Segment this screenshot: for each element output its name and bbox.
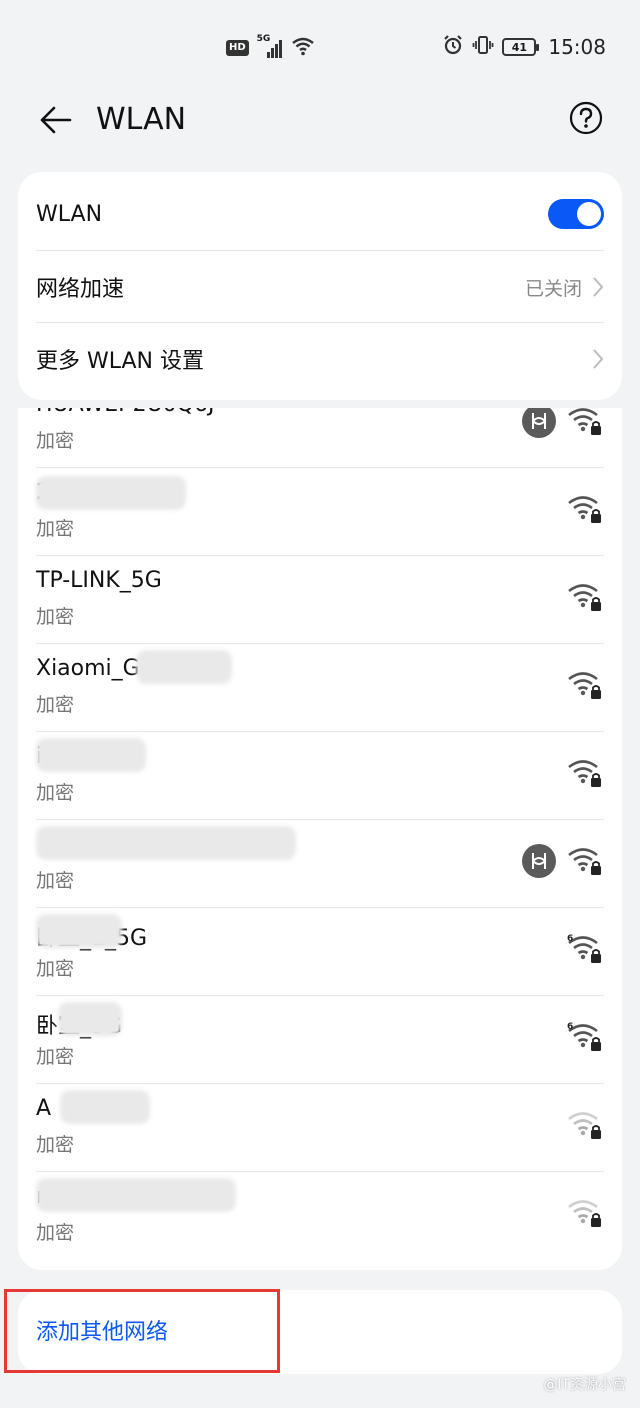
hilink-icon [522,844,556,878]
hd-badge: HD [226,40,249,56]
battery-icon: 41 [502,38,540,56]
wlan-toggle-row[interactable]: WLAN [36,178,604,250]
status-right: 41 15:08 [442,34,606,60]
network-security: 加密 [36,430,75,452]
network-item[interactable]: HUAWEI-2U0Q6J 加密 [18,408,622,468]
network-item[interactable]: n加密 [18,1172,622,1260]
network-item[interactable]: Xiaomi_G 加密 [18,644,622,732]
hilink-icon [522,408,556,438]
privacy-blur-mask [36,476,186,510]
page-title: WLAN [96,102,187,137]
network-item[interactable]: 加密 [18,820,622,908]
wifi-lock-icon [566,756,604,790]
wifi-lock-icon [566,580,604,614]
more-wlan-settings-row[interactable]: 更多 WLAN 设置 [36,323,604,395]
wifi-lock-icon [566,844,604,878]
vibrate-icon [472,34,494,60]
watermark: @IT资源小宫 [543,1377,626,1393]
network-item[interactable]: A 加密 [18,1084,622,1172]
network-name: Xiaomi_G [36,656,140,681]
chevron-right-icon [593,277,604,297]
network-item[interactable]: TP-LINK_5G 加密 [18,556,622,644]
more-settings-arrow [592,348,604,370]
network-security: 加密 [36,606,75,628]
wifi-lock-icon [566,408,604,438]
network-acceleration-value: 已关闭 [525,274,604,301]
network-item[interactable]: 卧室_1_5G加密6 [18,908,622,996]
wlan-toggle[interactable] [548,199,604,229]
network-name: TP-LINK_5G [36,568,162,593]
svg-text:6: 6 [567,934,573,944]
wifi6-lock-icon: 6 [566,932,604,966]
wifi-lock-icon [566,492,604,526]
network-security: 加密 [36,518,75,540]
network-security: 加密 [36,1046,75,1068]
privacy-blur-mask [60,1090,150,1124]
settings-card: WLAN 网络加速 已关闭 更多 WLAN 设置 [18,172,622,400]
privacy-blur-mask [136,650,232,684]
help-icon [569,101,603,135]
network-name: A [36,1096,52,1121]
wifi-lock-icon [566,1196,604,1230]
wifi6-lock-icon: 6 [566,1020,604,1054]
privacy-blur-mask [36,826,296,860]
network-name: HUAWEI-2U0Q6J [36,408,214,417]
more-wlan-settings-label: 更多 WLAN 设置 [36,349,205,374]
status-time: 15:08 [548,35,606,59]
network-list: HUAWEI-2U0Q6J加密2加密TP-LINK_5G加密Xiaomi_G加密… [18,408,622,1270]
network-item[interactable]: 卧室_5G加密6 [18,996,622,1084]
network-security: 加密 [36,870,75,892]
network-security: 加密 [36,782,75,804]
network-security: 加密 [36,694,75,716]
privacy-blur-mask [36,1178,236,1212]
privacy-blur-mask [58,1002,122,1036]
wifi-status-icon [291,36,315,60]
privacy-blur-mask [36,914,122,948]
network-security: 加密 [36,958,75,980]
alarm-icon [442,34,464,60]
highlight-annotation-box [4,1289,280,1373]
arrow-left-icon [40,106,72,134]
svg-text:6: 6 [567,1022,573,1032]
back-button[interactable] [36,100,76,140]
status-center: HD 5G [226,34,315,60]
status-bar: HD 5G 41 15:08 [0,0,640,96]
acceleration-status: 已关闭 [524,277,582,300]
network-acceleration-label: 网络加速 [36,277,125,302]
wifi-lock-icon [566,1108,604,1142]
network-item[interactable]: 2加密 [18,468,622,556]
chevron-right-icon [593,349,604,369]
privacy-blur-mask [36,738,146,772]
app-bar: WLAN [0,96,640,144]
network-item[interactable]: in加密 [18,732,622,820]
wifi-lock-icon [566,668,604,702]
help-button[interactable] [568,100,604,136]
signal-icon: 5G [257,34,283,58]
network-acceleration-row[interactable]: 网络加速 已关闭 [36,251,604,323]
network-security: 加密 [36,1134,75,1156]
network-security: 加密 [36,1222,75,1244]
wlan-label: WLAN [36,201,103,227]
